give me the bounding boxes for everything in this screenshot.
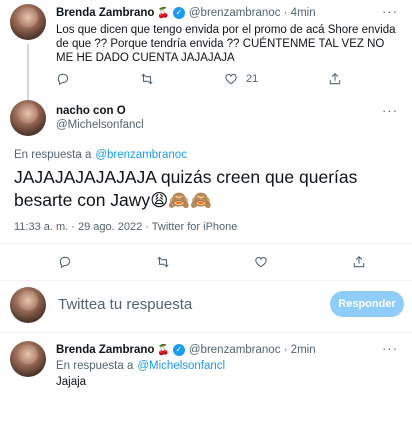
handle-time[interactable]: @brenzambranoc · 4min [189,7,316,19]
heart-icon [255,257,267,268]
retweet-icon [141,73,153,85]
share-icon [330,73,341,85]
display-name[interactable]: Brenda Zambrano [56,344,154,356]
heart-icon [225,74,237,85]
tweet-text: Jajaja [56,376,87,388]
display-name[interactable]: nacho con O [56,105,126,117]
share-action[interactable] [328,72,342,86]
cherry-emoji: 🍒 [157,7,170,19]
more-options-icon[interactable]: ··· [382,4,398,19]
avatar-brenda[interactable] [10,4,46,40]
more-options-icon[interactable]: ··· [382,103,398,118]
reply-action[interactable] [56,72,70,86]
like-action[interactable] [254,255,268,269]
like-action[interactable]: 21 [224,72,258,86]
reply-prefix: En respuesta a [56,360,134,372]
avatar-current-user[interactable] [10,287,46,323]
reply-action[interactable] [58,255,72,269]
handle[interactable]: @Michelsonfancl [56,119,144,131]
reply-to-link[interactable]: @Michelsonfancl [137,360,225,372]
tweet-text: Los que dicen que tengo envida por el pr… [56,24,396,64]
avatar-brenda[interactable] [10,341,46,377]
share-action[interactable] [352,255,366,269]
handle-time[interactable]: @brenzambranoc · 2min [189,344,316,356]
cherry-emoji: 🍒 [157,344,170,356]
reply-input[interactable]: Twittea tu respuesta [58,296,192,313]
thread-line [27,44,29,100]
more-options-icon[interactable]: ··· [382,341,398,356]
retweet-action[interactable] [156,255,170,269]
reply-prefix: En respuesta a [14,149,92,161]
tweet-brenda-reply[interactable]: Brenda Zambrano 🍒 ✓ @brenzambranoc · 2mi… [0,333,412,436]
avatar-nacho[interactable] [10,100,46,136]
divider [0,280,412,281]
retweet-action[interactable] [140,72,154,86]
like-count: 21 [246,73,259,85]
verified-icon: ✓ [172,344,185,356]
verified-icon: ✓ [172,7,185,19]
reply-to-link[interactable]: @brenzambranoc [95,149,187,161]
tweet-meta[interactable]: 11:33 a. m. · 29 ago. 2022 · Twitter for… [14,221,237,233]
tweet-text: JAJAJAJAJAJAJA quizás creen que querías … [14,167,358,210]
reply-icon [57,73,69,86]
tweet-brenda-first[interactable]: Brenda Zambrano 🍒 ✓ @brenzambranoc · 4mi… [0,0,412,100]
divider [0,243,412,244]
share-icon [353,256,365,268]
reply-submit-button[interactable]: Responder [330,291,404,317]
retweet-icon [157,256,169,268]
reply-icon [59,256,71,269]
display-name[interactable]: Brenda Zambrano [56,7,154,19]
